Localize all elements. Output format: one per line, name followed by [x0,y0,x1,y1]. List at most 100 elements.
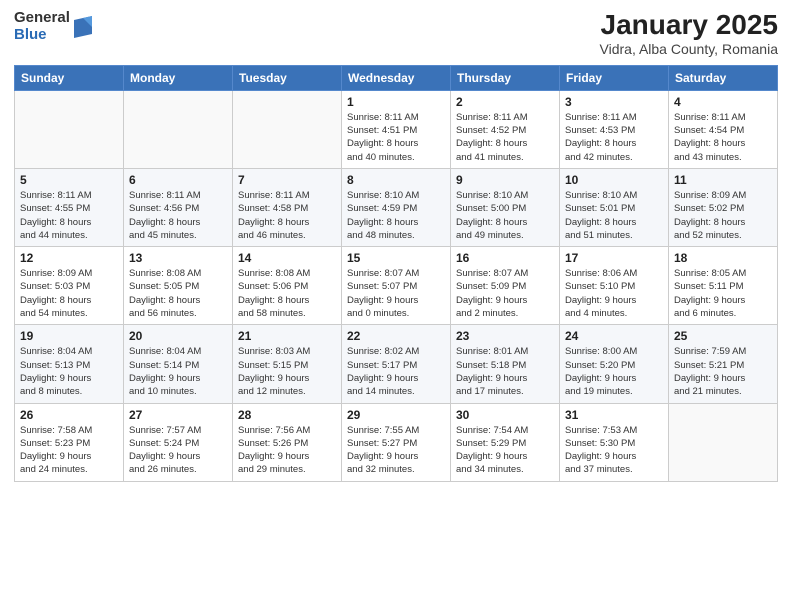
calendar-cell: 29Sunrise: 7:55 AM Sunset: 5:27 PM Dayli… [342,403,451,481]
day-number: 2 [456,95,554,109]
day-number: 6 [129,173,227,187]
calendar-cell: 16 Sunrise: 8:07 AM Sunset: 5:09 PM Dayli… [451,247,560,325]
calendar-table: SundayMondayTuesdayWednesdayThursdayFrid… [14,65,778,482]
day-info: Sunrise: 8:09 AM Sunset: 5:03 PM Dayligh… [20,267,118,320]
day-number: 25 [674,329,772,343]
weekday-header-saturday: Saturday [669,65,778,90]
calendar-cell [15,90,124,168]
logo-general: General [14,10,70,27]
day-info: Sunrise: 7:59 AM Sunset: 5:21 PM Dayligh… [674,345,772,398]
day-info: Sunrise: 7:54 AM Sunset: 5:29 PM Dayligh… [456,424,554,477]
day-number: 12 [20,251,118,265]
calendar-cell [124,90,233,168]
calendar-cell: 21Sunrise: 8:03 AM Sunset: 5:15 PM Dayli… [233,325,342,403]
week-row-2: 5Sunrise: 8:11 AM Sunset: 4:55 PM Daylig… [15,168,778,246]
day-info: Sunrise: 8:11 AM Sunset: 4:53 PM Dayligh… [565,111,663,164]
day-number: 22 [347,329,445,343]
day-number: 28 [238,408,336,422]
day-number: 1 [347,95,445,109]
calendar-cell: 12 Sunrise: 8:09 AM Sunset: 5:03 PM Dayli… [15,247,124,325]
location: Vidra, Alba County, Romania [600,41,778,57]
calendar-cell: 17Sunrise: 8:06 AM Sunset: 5:10 PM Dayli… [560,247,669,325]
calendar-cell: 18 Sunrise: 8:05 AM Sunset: 5:11 PM Dayli… [669,247,778,325]
day-number: 24 [565,329,663,343]
day-number: 15 [347,251,445,265]
day-info: Sunrise: 7:57 AM Sunset: 5:24 PM Dayligh… [129,424,227,477]
day-number: 14 [238,251,336,265]
calendar-cell [233,90,342,168]
day-number: 13 [129,251,227,265]
calendar-cell: 13 Sunrise: 8:08 AM Sunset: 5:05 PM Dayli… [124,247,233,325]
day-info: Sunrise: 8:03 AM Sunset: 5:15 PM Dayligh… [238,345,336,398]
day-number: 3 [565,95,663,109]
calendar-cell: 27 Sunrise: 7:57 AM Sunset: 5:24 PM Dayli… [124,403,233,481]
day-info: Sunrise: 8:10 AM Sunset: 4:59 PM Dayligh… [347,189,445,242]
logo-text: General Blue [14,10,70,43]
week-row-3: 12 Sunrise: 8:09 AM Sunset: 5:03 PM Dayli… [15,247,778,325]
day-info: Sunrise: 8:07 AM Sunset: 5:09 PM Dayligh… [456,267,554,320]
day-number: 8 [347,173,445,187]
day-number: 26 [20,408,118,422]
calendar-cell: 20 Sunrise: 8:04 AM Sunset: 5:14 PM Dayli… [124,325,233,403]
day-info: Sunrise: 8:02 AM Sunset: 5:17 PM Dayligh… [347,345,445,398]
calendar-cell: 26 Sunrise: 7:58 AM Sunset: 5:23 PM Dayli… [15,403,124,481]
day-info: Sunrise: 8:08 AM Sunset: 5:06 PM Dayligh… [238,267,336,320]
day-number: 31 [565,408,663,422]
calendar-container: General Blue January 2025 Vidra, Alba Co… [0,0,792,612]
day-info: Sunrise: 8:04 AM Sunset: 5:13 PM Dayligh… [20,345,118,398]
calendar-cell: 2 Sunrise: 8:11 AM Sunset: 4:52 PM Daylig… [451,90,560,168]
weekday-header-tuesday: Tuesday [233,65,342,90]
weekday-header-wednesday: Wednesday [342,65,451,90]
calendar-cell: 23 Sunrise: 8:01 AM Sunset: 5:18 PM Dayli… [451,325,560,403]
weekday-header-row: SundayMondayTuesdayWednesdayThursdayFrid… [15,65,778,90]
day-info: Sunrise: 8:11 AM Sunset: 4:55 PM Dayligh… [20,189,118,242]
calendar-cell: 31Sunrise: 7:53 AM Sunset: 5:30 PM Dayli… [560,403,669,481]
day-number: 7 [238,173,336,187]
day-number: 17 [565,251,663,265]
weekday-header-thursday: Thursday [451,65,560,90]
week-row-1: 1Sunrise: 8:11 AM Sunset: 4:51 PM Daylig… [15,90,778,168]
day-info: Sunrise: 7:58 AM Sunset: 5:23 PM Dayligh… [20,424,118,477]
calendar-cell: 10Sunrise: 8:10 AM Sunset: 5:01 PM Dayli… [560,168,669,246]
calendar-cell: 22 Sunrise: 8:02 AM Sunset: 5:17 PM Dayli… [342,325,451,403]
day-info: Sunrise: 8:04 AM Sunset: 5:14 PM Dayligh… [129,345,227,398]
day-number: 27 [129,408,227,422]
day-info: Sunrise: 8:05 AM Sunset: 5:11 PM Dayligh… [674,267,772,320]
day-info: Sunrise: 8:08 AM Sunset: 5:05 PM Dayligh… [129,267,227,320]
calendar-cell: 15Sunrise: 8:07 AM Sunset: 5:07 PM Dayli… [342,247,451,325]
week-row-5: 26 Sunrise: 7:58 AM Sunset: 5:23 PM Dayli… [15,403,778,481]
day-info: Sunrise: 8:11 AM Sunset: 4:58 PM Dayligh… [238,189,336,242]
month-title: January 2025 [600,10,778,41]
calendar-cell: 30 Sunrise: 7:54 AM Sunset: 5:29 PM Dayli… [451,403,560,481]
day-info: Sunrise: 8:11 AM Sunset: 4:54 PM Dayligh… [674,111,772,164]
day-info: Sunrise: 8:09 AM Sunset: 5:02 PM Dayligh… [674,189,772,242]
calendar-cell: 7 Sunrise: 8:11 AM Sunset: 4:58 PM Daylig… [233,168,342,246]
calendar-cell: 1Sunrise: 8:11 AM Sunset: 4:51 PM Daylig… [342,90,451,168]
day-number: 30 [456,408,554,422]
week-row-4: 19 Sunrise: 8:04 AM Sunset: 5:13 PM Dayli… [15,325,778,403]
calendar-cell: 8 Sunrise: 8:10 AM Sunset: 4:59 PM Daylig… [342,168,451,246]
day-info: Sunrise: 8:11 AM Sunset: 4:56 PM Dayligh… [129,189,227,242]
calendar-cell: 4 Sunrise: 8:11 AM Sunset: 4:54 PM Daylig… [669,90,778,168]
day-number: 4 [674,95,772,109]
day-number: 16 [456,251,554,265]
day-number: 18 [674,251,772,265]
weekday-header-monday: Monday [124,65,233,90]
day-number: 23 [456,329,554,343]
header: General Blue January 2025 Vidra, Alba Co… [14,10,778,57]
day-number: 20 [129,329,227,343]
weekday-header-sunday: Sunday [15,65,124,90]
day-number: 19 [20,329,118,343]
logo-icon [74,16,92,38]
calendar-cell: 5Sunrise: 8:11 AM Sunset: 4:55 PM Daylig… [15,168,124,246]
day-info: Sunrise: 7:56 AM Sunset: 5:26 PM Dayligh… [238,424,336,477]
logo-blue: Blue [14,27,70,44]
weekday-header-friday: Friday [560,65,669,90]
day-info: Sunrise: 8:01 AM Sunset: 5:18 PM Dayligh… [456,345,554,398]
day-number: 9 [456,173,554,187]
calendar-cell: 6 Sunrise: 8:11 AM Sunset: 4:56 PM Daylig… [124,168,233,246]
day-info: Sunrise: 8:11 AM Sunset: 4:52 PM Dayligh… [456,111,554,164]
day-info: Sunrise: 7:55 AM Sunset: 5:27 PM Dayligh… [347,424,445,477]
calendar-cell: 24Sunrise: 8:00 AM Sunset: 5:20 PM Dayli… [560,325,669,403]
calendar-cell: 9Sunrise: 8:10 AM Sunset: 5:00 PM Daylig… [451,168,560,246]
